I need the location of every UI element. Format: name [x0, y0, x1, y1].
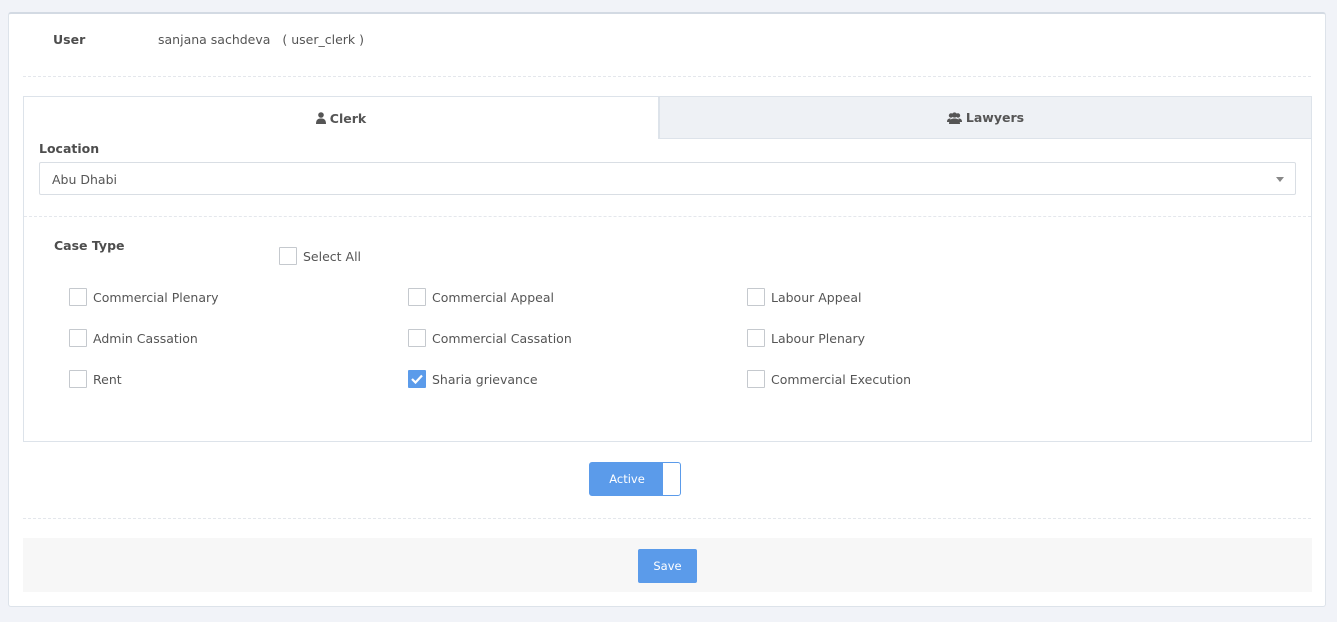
case-type-label: Labour Appeal [771, 289, 862, 305]
divider [23, 76, 1311, 77]
tab-clerk-label: Clerk [329, 110, 367, 126]
active-toggle-label: Active [609, 472, 645, 486]
checkbox-box[interactable] [69, 329, 87, 347]
case-type-label: Commercial Execution [771, 371, 912, 387]
location-select[interactable]: Abu Dhabi [39, 162, 1296, 195]
select-all-checkbox[interactable]: Select All [279, 247, 361, 265]
tab-clerk[interactable]: Clerk [23, 96, 659, 139]
case-type-checkbox[interactable]: Commercial Execution [747, 370, 911, 388]
case-type-label: Commercial Plenary [93, 289, 219, 305]
checkbox-box[interactable] [408, 329, 426, 347]
active-toggle[interactable]: Active [589, 462, 681, 496]
user-value: sanjana sachdeva ( user_clerk ) [158, 32, 364, 47]
case-type-label: Labour Plenary [771, 330, 866, 346]
select-all-label: Select All [303, 248, 362, 264]
case-type-checkbox[interactable]: Admin Cassation [69, 329, 198, 347]
checkmark-icon [411, 374, 423, 384]
role-tabs-panel: Clerk Lawyers Location Abu Dhabi Case Ty… [23, 96, 1312, 442]
checkbox-box[interactable] [408, 288, 426, 306]
save-button-label: Save [653, 559, 682, 573]
case-type-checkbox[interactable]: Commercial Cassation [408, 329, 572, 347]
case-type-checkbox[interactable]: Commercial Plenary [69, 288, 219, 306]
checkbox-box[interactable] [69, 370, 87, 388]
case-type-checkbox[interactable]: Labour Plenary [747, 329, 865, 347]
case-type-label: Commercial Appeal [432, 289, 554, 305]
case-type-label: Rent [93, 371, 122, 387]
checkbox-box[interactable] [747, 329, 765, 347]
case-type-label: Sharia grievance [432, 371, 538, 387]
save-button[interactable]: Save [638, 549, 697, 583]
location-selected-value: Abu Dhabi [52, 172, 117, 187]
checkbox-box[interactable] [747, 288, 765, 306]
case-type-checkbox[interactable]: Rent [69, 370, 122, 388]
tab-lawyers-label: Lawyers [965, 110, 1025, 125]
case-type-checkbox[interactable]: Labour Appeal [747, 288, 862, 306]
case-type-label: Commercial Cassation [432, 330, 572, 346]
toggle-handle[interactable] [662, 463, 680, 495]
chevron-down-icon [1276, 177, 1284, 182]
user-row: User sanjana sachdeva ( user_clerk ) [9, 14, 1325, 74]
case-type-checkbox[interactable]: Commercial Appeal [408, 288, 554, 306]
users-icon [946, 111, 962, 124]
checkbox-box[interactable] [408, 370, 426, 388]
user-label: User [53, 32, 86, 47]
user-permission-panel: User sanjana sachdeva ( user_clerk ) Cle… [8, 12, 1326, 607]
divider [24, 216, 1311, 217]
checkbox-box[interactable] [69, 288, 87, 306]
tab-lawyers[interactable]: Lawyers [659, 96, 1312, 139]
case-type-label: Admin Cassation [93, 330, 198, 346]
location-label: Location [39, 141, 100, 156]
user-icon [315, 112, 326, 124]
checkbox-box[interactable] [747, 370, 765, 388]
checkbox-box[interactable] [279, 247, 297, 265]
divider [23, 518, 1311, 519]
case-type-label: Case Type [54, 238, 125, 253]
case-type-checkbox[interactable]: Sharia grievance [408, 370, 538, 388]
